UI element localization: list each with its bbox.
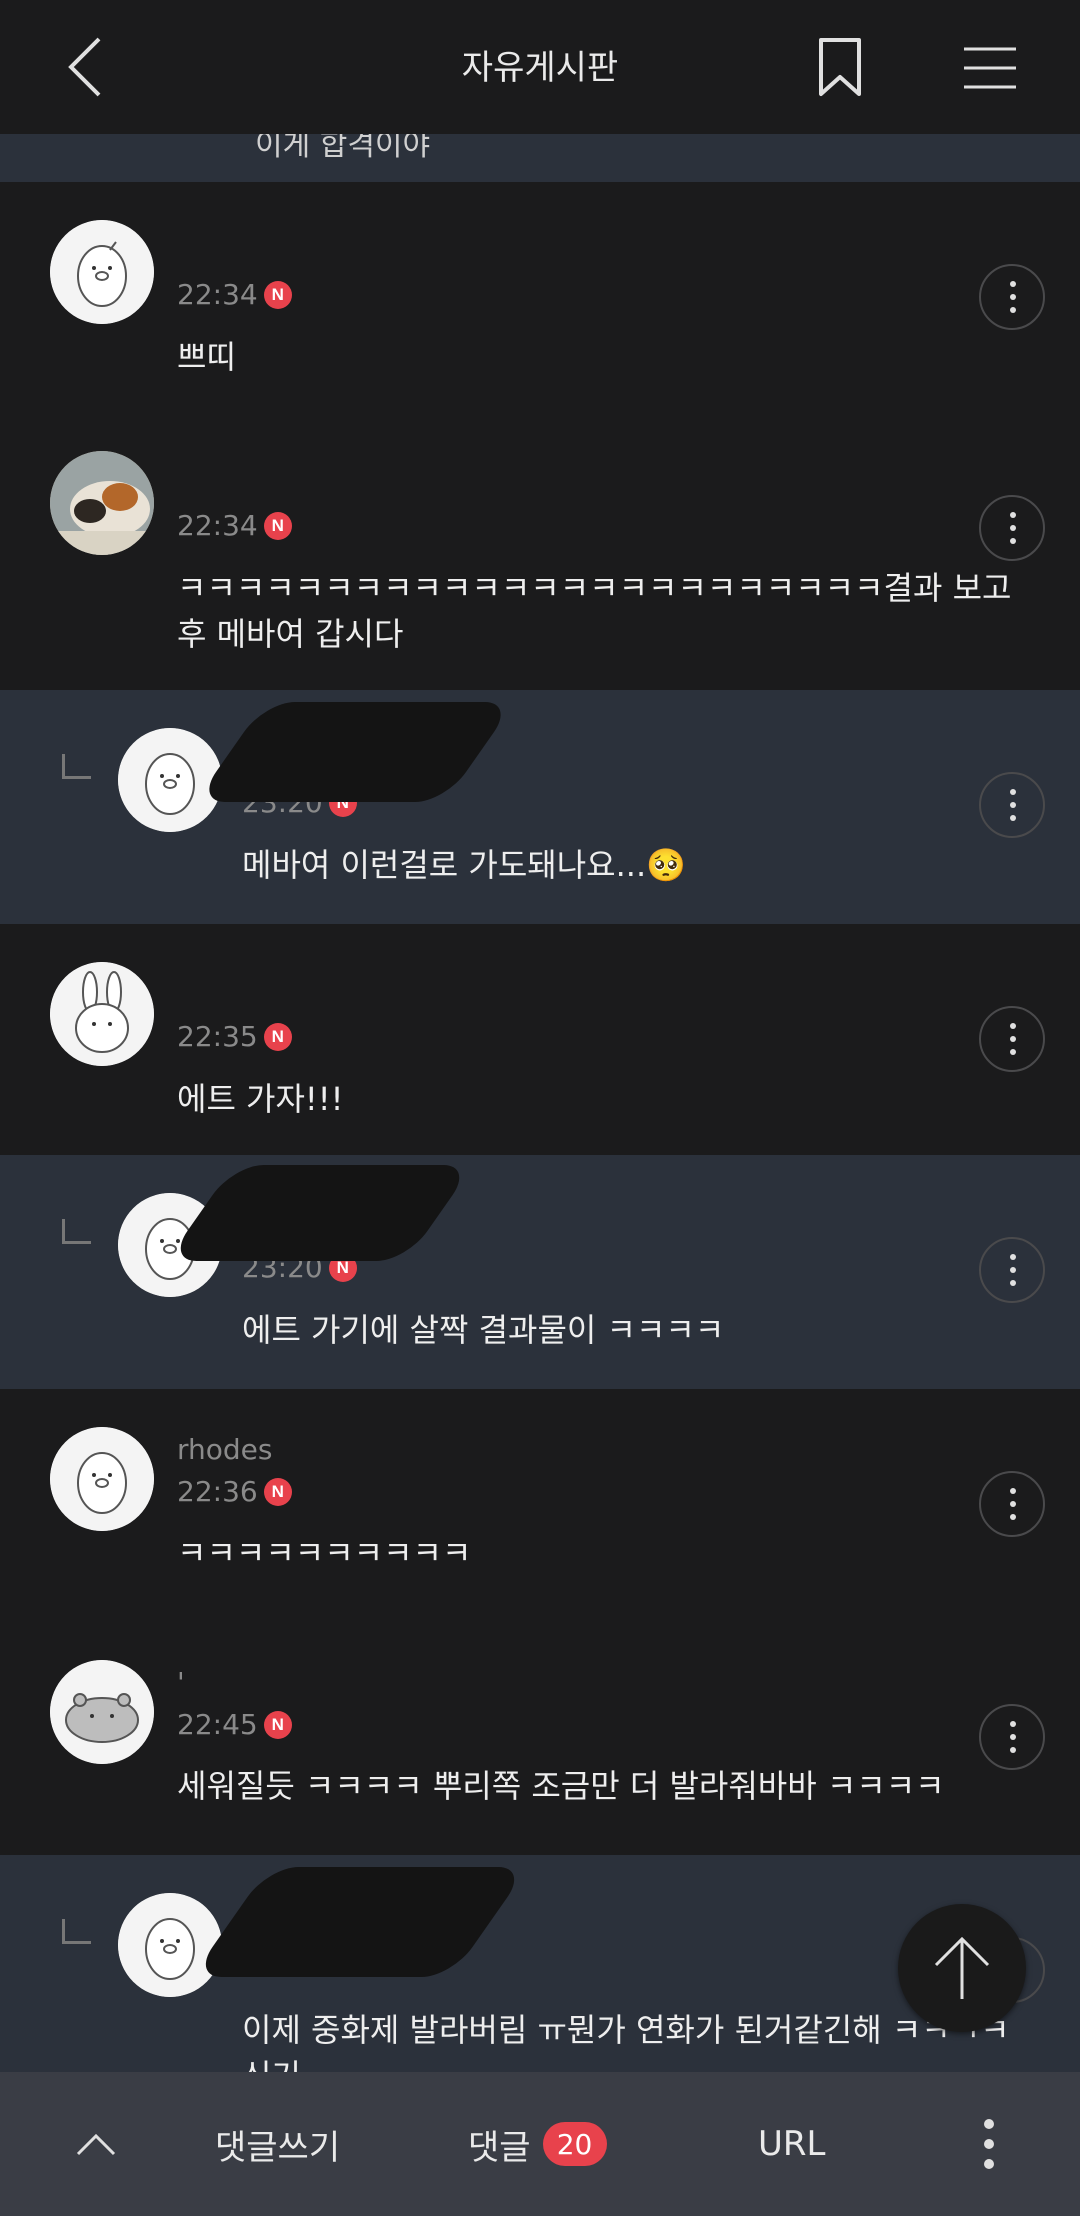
comments-count-badge: 20: [542, 2122, 607, 2166]
avatar-penguin-icon: [50, 220, 154, 324]
new-badge: N: [263, 1022, 292, 1051]
avatar-hippo-icon: [50, 1660, 154, 1764]
comment-time: 22:45 N: [177, 1708, 292, 1741]
comment-text: 쁘띠: [177, 338, 236, 376]
menu-button[interactable]: [955, 38, 1025, 98]
new-badge: N: [263, 1710, 292, 1739]
comment-more-button[interactable]: [979, 264, 1045, 330]
arrow-up-icon: [934, 1936, 990, 1999]
avatar[interactable]: [118, 728, 222, 832]
comment-more-button[interactable]: [979, 1471, 1045, 1537]
avatar-rabbit-icon: [50, 962, 154, 1066]
new-badge: N: [263, 1477, 292, 1506]
top-bar: 자유게시판: [0, 0, 1080, 134]
more-vertical-icon: [984, 2119, 994, 2169]
comment-more-button[interactable]: [979, 772, 1045, 838]
new-badge: N: [263, 280, 292, 309]
avatar-photo-icon: [50, 451, 154, 555]
avatar-penguin-icon: [118, 1893, 222, 1997]
redaction-mark: [166, 1165, 474, 1261]
chevron-up-icon: [76, 2133, 116, 2156]
avatar[interactable]: [50, 1427, 154, 1531]
hamburger-menu-icon: [964, 47, 1016, 89]
comment-more-button[interactable]: [979, 1237, 1045, 1303]
comment-text: ㅋㅋㅋㅋㅋㅋㅋㅋㅋㅋ: [177, 1534, 472, 1572]
redaction-mark: [191, 1867, 529, 1977]
avatar[interactable]: [50, 962, 154, 1066]
avatar[interactable]: [50, 1660, 154, 1764]
partial-comment-text: 이게 합격이야: [255, 134, 431, 163]
comment-time: 22:36 N: [177, 1475, 292, 1508]
reply-indicator: [62, 1919, 91, 1944]
comment-list[interactable]: 이게 합격이야 22:34 N 쁘띠 22:34 N ㅋㅋㅋㅋㅋㅋㅋㅋㅋㅋㅋㅋㅋㅋㅋ…: [0, 134, 1080, 2072]
bookmark-button[interactable]: [810, 34, 870, 100]
avatar-penguin-icon: [50, 1427, 154, 1531]
comment-time: 22:35 N: [177, 1020, 292, 1053]
avatar-penguin-icon: [118, 728, 222, 832]
write-comment-button[interactable]: 댓글쓰기: [215, 2072, 340, 2216]
url-button[interactable]: URL: [758, 2072, 825, 2216]
comment-item: rhodes 22:36 N ㅋㅋㅋㅋㅋㅋㅋㅋㅋㅋ: [0, 1389, 1080, 1623]
comment-text: 메바여 이런걸로 가도돼나요...🥺: [242, 846, 686, 884]
comments-button[interactable]: 댓글 20: [468, 2072, 607, 2216]
comment-time: 22:34 N: [177, 278, 292, 311]
avatar[interactable]: [118, 1893, 222, 1997]
comment-text: ㅋㅋㅋㅋㅋㅋㅋㅋㅋㅋㅋㅋㅋㅋㅋㅋㅋㅋㅋㅋㅋㅋㅋㅋ결과 보고 후 메바여 갑시다: [177, 569, 1012, 653]
avatar[interactable]: [50, 220, 154, 324]
comment-item: ' 22:45 N 세워질듯 ㅋㅋㅋㅋ 뿌리쪽 조금만 더 발라줘바바 ㅋㅋㅋㅋ: [0, 1622, 1080, 1856]
comments-label: 댓글: [468, 2127, 531, 2168]
avatar[interactable]: [50, 451, 154, 555]
bottom-bar: 댓글쓰기 댓글 20 URL: [0, 2072, 1080, 2216]
partial-comment: 이게 합격이야: [0, 134, 1080, 184]
reply-item: 23:20 N 메바여 이런걸로 가도돼나요...🥺: [0, 690, 1080, 925]
scroll-top-button[interactable]: [898, 1904, 1026, 2032]
page-title: 자유게시판: [461, 48, 619, 88]
comment-more-button[interactable]: [979, 495, 1045, 561]
redaction-mark: [194, 702, 516, 802]
comment-item: 22:34 N ㅋㅋㅋㅋㅋㅋㅋㅋㅋㅋㅋㅋㅋㅋㅋㅋㅋㅋㅋㅋㅋㅋㅋㅋ결과 보고 후 메…: [0, 413, 1080, 691]
comment-time: 22:34 N: [177, 509, 292, 542]
comment-text: 세워질듯 ㅋㅋㅋㅋ 뿌리쪽 조금만 더 발라줘바바 ㅋㅋㅋㅋ: [177, 1767, 945, 1805]
comment-username[interactable]: ': [177, 1666, 185, 1699]
comment-text: 에트 가자!!!: [177, 1080, 344, 1118]
reply-indicator: [62, 1219, 91, 1244]
more-options-button[interactable]: [974, 2072, 1004, 2216]
comment-item: 22:35 N 에트 가자!!!: [0, 924, 1080, 1156]
comment-username[interactable]: rhodes: [177, 1433, 272, 1466]
comment-text: 에트 가기에 살짝 결과물이 ㅋㅋㅋㅋ: [242, 1311, 725, 1349]
reply-item: 23:20 N 에트 가기에 살짝 결과물이 ㅋㅋㅋㅋ: [0, 1155, 1080, 1390]
new-badge: N: [263, 511, 292, 540]
bookmark-icon: [819, 38, 861, 96]
comment-item: 22:34 N 쁘띠: [0, 182, 1080, 414]
comment-more-button[interactable]: [979, 1704, 1045, 1770]
reply-indicator: [62, 754, 91, 779]
collapse-button[interactable]: [66, 2072, 126, 2216]
comment-more-button[interactable]: [979, 1006, 1045, 1072]
